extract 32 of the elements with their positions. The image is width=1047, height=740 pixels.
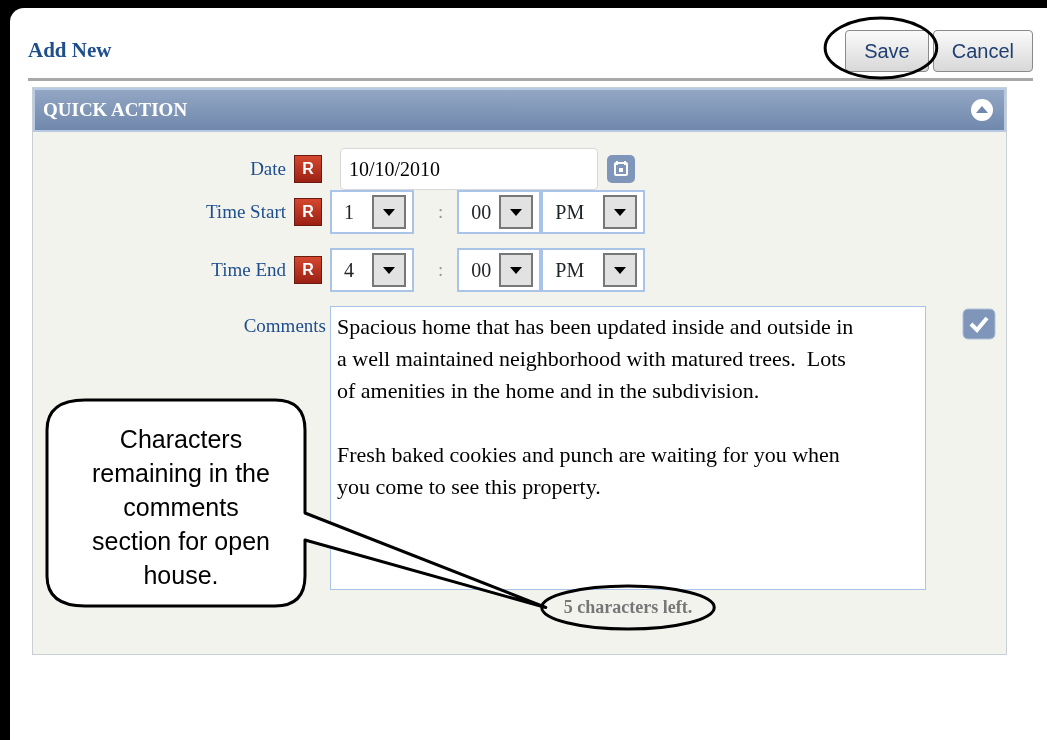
date-field[interactable]: 10/10/2010 (340, 148, 598, 190)
field-label: Comments (242, 314, 326, 338)
check-icon[interactable] (962, 308, 996, 340)
period-select[interactable]: PM (541, 190, 646, 234)
dropdown-icon[interactable] (603, 195, 638, 229)
comments-field[interactable]: Spacious home that has been updated inside and outside in a well maintained neighborhood with matured trees. Lots of amenities in the home and in the subdivision. Fresh baked cookies and punch are waiting for you when you come to see this property. (330, 306, 926, 590)
minute-select[interactable]: 00 (457, 248, 542, 292)
cancel-button[interactable]: Cancel (932, 30, 1033, 72)
characters-left-text: 5 characters left. (563, 596, 693, 619)
save-button[interactable]: Save (845, 30, 929, 72)
dropdown-icon[interactable] (499, 253, 534, 287)
field-label: Time End (210, 257, 286, 282)
dropdown-icon[interactable] (603, 253, 638, 287)
required-badge: R (294, 155, 322, 183)
collapse-icon[interactable] (970, 98, 994, 122)
callout-text: Characters remaining in the comments section for open house. (91, 424, 271, 591)
field-label: Time Start (204, 199, 286, 224)
dropdown-icon[interactable] (499, 195, 534, 229)
time-separator: : (438, 257, 444, 282)
section-title: QUICK ACTION (43, 97, 188, 122)
minute-select[interactable]: 00 (457, 190, 542, 234)
dialog-title: Add New (28, 37, 112, 65)
required-badge: R (294, 256, 322, 284)
field-label: Date (249, 156, 286, 181)
hour-select[interactable]: 1 (330, 190, 414, 234)
dropdown-icon[interactable] (372, 195, 406, 229)
calendar-icon[interactable] (606, 154, 636, 184)
required-badge: R (294, 198, 322, 226)
period-select[interactable]: PM (541, 248, 646, 292)
dropdown-icon[interactable] (372, 253, 406, 287)
time-separator: : (438, 199, 444, 224)
hour-select[interactable]: 4 (330, 248, 414, 292)
